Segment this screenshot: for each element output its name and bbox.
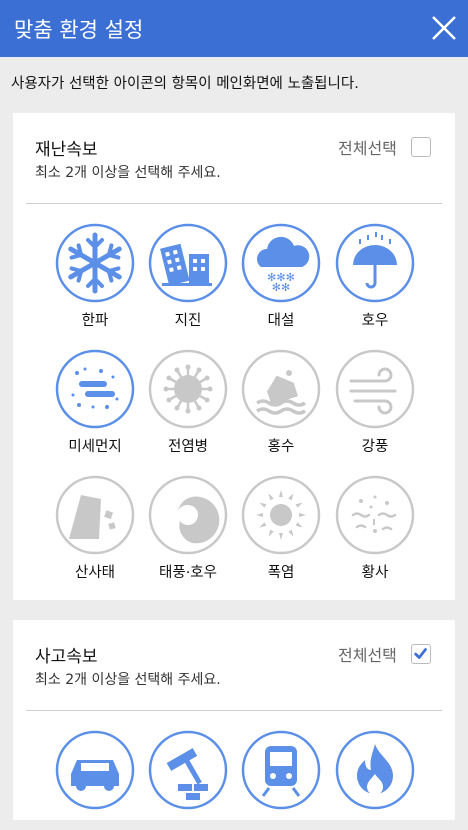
- disaster-item[interactable]: ✻✻✻ ✻✻ 대설: [233, 223, 329, 329]
- disaster-item-label: 황사: [361, 565, 389, 581]
- flood-icon: [241, 349, 321, 429]
- umbrella-rain-icon: [335, 223, 415, 303]
- disaster-select-all-label: 전체선택: [338, 139, 397, 158]
- svg-text:✻✻: ✻✻: [272, 281, 290, 294]
- yellow-dust-icon: [335, 475, 415, 555]
- fire-icon: [335, 730, 415, 810]
- accident-item[interactable]: [233, 730, 329, 830]
- snowflake-icon: [55, 223, 135, 303]
- header-bar: 맞춤 환경 설정: [0, 0, 468, 57]
- accident-item[interactable]: [140, 730, 236, 830]
- disaster-item-label: 강풍: [361, 439, 389, 455]
- check-icon: [414, 648, 427, 659]
- fine-dust-icon: [55, 349, 135, 429]
- close-icon[interactable]: [424, 8, 464, 48]
- virus-icon: [148, 349, 228, 429]
- heavy-snow-icon: ✻✻✻ ✻✻: [241, 223, 321, 303]
- page-title: 맞춤 환경 설정: [14, 18, 144, 42]
- disaster-subtitle: 최소 2개 이상을 선택해 주세요.: [35, 165, 221, 181]
- disaster-item-label: 홍수: [267, 439, 295, 455]
- disaster-item[interactable]: 강풍: [327, 349, 423, 455]
- disaster-item[interactable]: 태풍·호우: [140, 475, 236, 581]
- disaster-item-label: 지진: [174, 313, 202, 329]
- notice-text: 사용자가 선택한 아이콘의 항목이 메인화면에 노출됩니다.: [11, 76, 359, 92]
- disaster-item[interactable]: 호우: [327, 223, 423, 329]
- disaster-item-label: 호우: [361, 313, 389, 329]
- earthquake-icon: [148, 223, 228, 303]
- disaster-item[interactable]: 황사: [327, 475, 423, 581]
- disaster-item[interactable]: 전염병: [140, 349, 236, 455]
- accident-item[interactable]: [47, 730, 143, 830]
- train-icon: [241, 730, 321, 810]
- accident-card: 사고속보 최소 2개 이상을 선택해 주세요. 전체선택: [13, 620, 455, 820]
- disaster-item-label: 미세먼지: [68, 439, 122, 455]
- typhoon-icon: [148, 475, 228, 555]
- disaster-item[interactable]: 홍수: [233, 349, 329, 455]
- disaster-item[interactable]: 산사태: [47, 475, 143, 581]
- car-icon: [55, 730, 135, 810]
- disaster-item-label: 폭염: [267, 565, 295, 581]
- disaster-item[interactable]: 폭염: [233, 475, 329, 581]
- construction-icon: [148, 730, 228, 810]
- landslide-icon: [55, 475, 135, 555]
- accident-title: 사고속보: [35, 647, 98, 667]
- accident-select-all-label: 전체선택: [338, 646, 397, 665]
- disaster-item-label: 한파: [81, 313, 109, 329]
- sun-heat-icon: [241, 475, 321, 555]
- disaster-title: 재난속보: [35, 140, 98, 160]
- disaster-item-label: 산사태: [74, 565, 116, 581]
- accident-subtitle: 최소 2개 이상을 선택해 주세요.: [35, 672, 221, 688]
- disaster-item[interactable]: 미세먼지: [47, 349, 143, 455]
- disaster-card: 재난속보 최소 2개 이상을 선택해 주세요. 전체선택 한파 지진 ✻✻✻ ✻…: [13, 113, 455, 600]
- disaster-item-label: 전염병: [167, 439, 209, 455]
- disaster-item[interactable]: 지진: [140, 223, 236, 329]
- disaster-select-all-checkbox[interactable]: [411, 137, 431, 157]
- disaster-item-label: 태풍·호우: [159, 565, 217, 581]
- accident-select-all-checkbox[interactable]: [411, 644, 431, 664]
- accident-item[interactable]: [327, 730, 423, 830]
- disaster-item[interactable]: 한파: [47, 223, 143, 329]
- wind-icon: [335, 349, 415, 429]
- disaster-item-label: 대설: [267, 313, 295, 329]
- divider: [26, 203, 442, 204]
- divider: [26, 710, 442, 711]
